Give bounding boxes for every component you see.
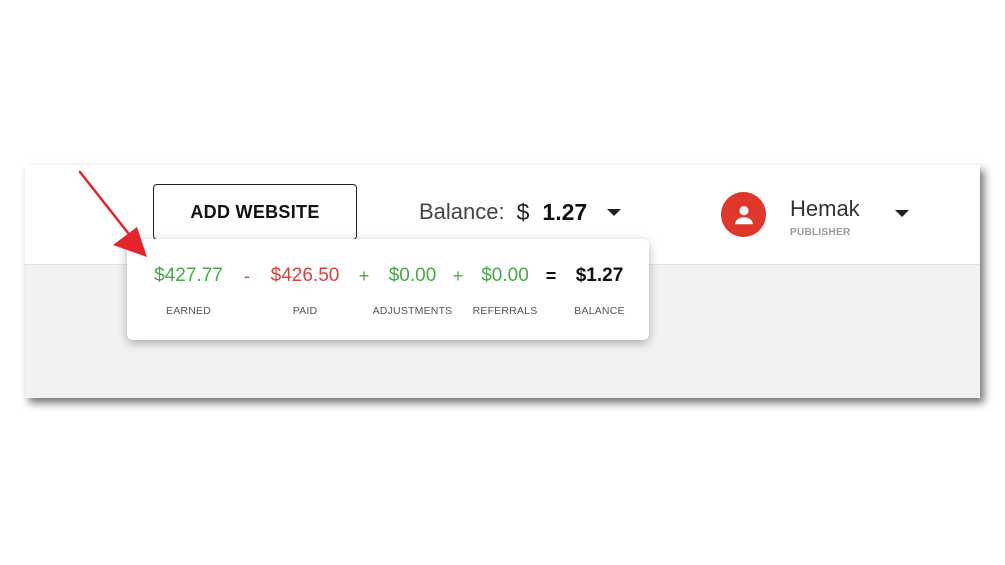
balance-label: Balance: [419,199,505,224]
balance-amount: 1.27 [542,198,588,225]
balance-breakdown-popup: $427.77 EARNED - $426.50 PAID + $0.00 AD… [127,239,649,340]
paid-caption: PAID [292,305,318,317]
equals-operator: = [545,266,557,286]
adjustments-value: $0.00 [388,265,437,286]
minus-operator: - [244,266,250,286]
referrals-caption: REFERRALS [472,305,538,317]
screenshot-stage: ADD WEBSITE Balance: $ 1.27 Hemak PUBLIS… [0,0,1005,565]
balance-total-caption: BALANCE [574,305,625,317]
balance-total-value: $1.27 [575,265,624,286]
user-menu-caret-down-icon[interactable] [895,210,909,217]
user-name[interactable]: Hemak [790,196,860,222]
balance-dropdown[interactable]: Balance: $ 1.27 [419,197,622,227]
balance-currency: $ [516,198,530,225]
referrals-value: $0.00 [481,265,529,286]
plus-operator-2: + [452,266,464,286]
user-role: PUBLISHER [790,227,851,238]
person-icon [734,205,753,224]
adjustments-caption: ADJUSTMENTS [372,305,453,317]
earned-caption: EARNED [166,305,211,317]
red-arrow-annotation-icon [78,170,147,257]
avatar[interactable] [721,192,766,237]
paid-value: $426.50 [270,265,340,286]
caret-down-icon [607,208,622,216]
